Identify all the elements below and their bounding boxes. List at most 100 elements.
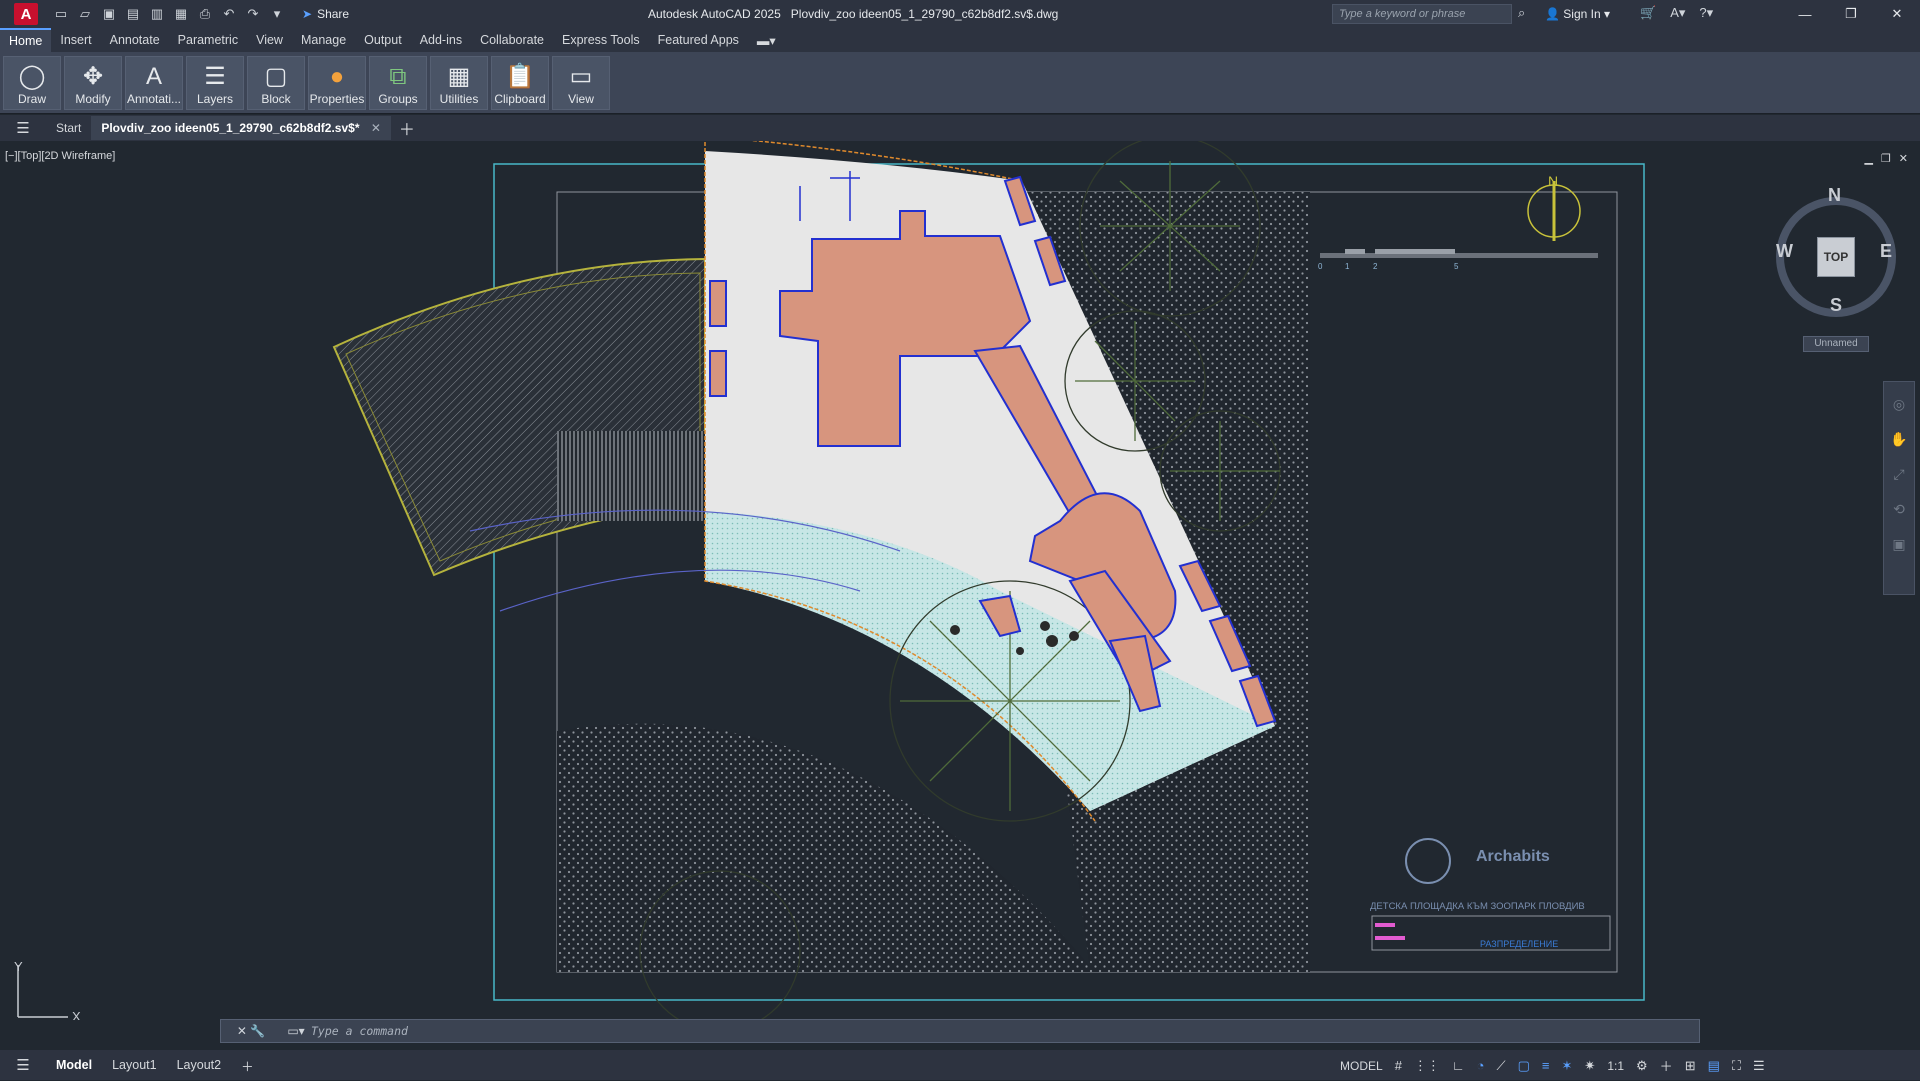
- drawing-viewport[interactable]: N 0 1 2 5 Archabits ДЕТСКА ПЛОЩАДКА КЪМ …: [0, 141, 1920, 1020]
- quick-access-toolbar: ▭ ▱ ▣ ▤ ▥ ▦ ⎙ ↶ ↷ ▾ ➤ Share: [52, 5, 349, 23]
- save-icon[interactable]: ▣: [100, 5, 118, 23]
- ribbon-minimize-icon[interactable]: ▬▾: [748, 29, 785, 52]
- zoom-extents-icon[interactable]: ⤢: [1893, 466, 1904, 483]
- caption-text: ДЕТСКА ПЛОЩАДКА КЪМ ЗООПАРК ПЛОВДИВ: [1370, 901, 1585, 912]
- undo-icon[interactable]: ↶: [220, 5, 238, 23]
- tab-collaborate[interactable]: Collaborate: [471, 29, 553, 51]
- share-button[interactable]: ➤ Share: [302, 7, 349, 21]
- viewport-controls-label[interactable]: [−][Top][2D Wireframe]: [5, 150, 115, 162]
- tab-active-drawing[interactable]: Plovdiv_zoo ideen05_1_29790_c62b8df2.sv$…: [91, 116, 391, 140]
- customization-icon[interactable]: ☰: [1753, 1058, 1765, 1074]
- compass-north[interactable]: N: [1828, 185, 1841, 206]
- close-tab-icon[interactable]: ✕: [371, 121, 381, 135]
- tab-home[interactable]: Home: [0, 28, 52, 52]
- viewcube-top-face[interactable]: TOP: [1817, 237, 1855, 277]
- save-web-icon[interactable]: ▥: [148, 5, 166, 23]
- compass-south[interactable]: S: [1830, 295, 1842, 316]
- annotation-visibility-icon[interactable]: ✶: [1562, 1058, 1573, 1074]
- compass-east[interactable]: E: [1880, 241, 1892, 262]
- steering-wheel-icon[interactable]: ◎: [1893, 396, 1905, 413]
- hatched-plaza: [332, 257, 706, 577]
- pan-icon[interactable]: ✋: [1890, 431, 1907, 448]
- object-snap-icon[interactable]: ▢: [1518, 1058, 1530, 1074]
- autocad-logo[interactable]: A: [14, 3, 38, 25]
- text-icon: A: [145, 63, 162, 90]
- draw-button[interactable]: ◯ Draw: [3, 56, 61, 110]
- utilities-button[interactable]: ▦ Utilities: [430, 56, 488, 110]
- window-controls: — ❐ ✕: [1782, 0, 1920, 28]
- user-icon: 👤: [1545, 7, 1560, 21]
- help-icon[interactable]: ?▾: [1699, 5, 1713, 21]
- tab-layout1[interactable]: Layout1: [102, 1052, 166, 1078]
- plot-icon[interactable]: ▦: [172, 5, 190, 23]
- search-icon[interactable]: ⌕: [1518, 5, 1525, 21]
- cart-icon[interactable]: 🛒: [1640, 5, 1656, 21]
- command-input[interactable]: Type a command: [311, 1024, 408, 1038]
- command-history-icon[interactable]: ▭▾: [281, 1024, 311, 1038]
- minimize-icon[interactable]: —: [1782, 0, 1828, 28]
- tab-manage[interactable]: Manage: [292, 29, 355, 51]
- tab-parametric[interactable]: Parametric: [169, 29, 247, 51]
- grid-icon[interactable]: #: [1395, 1058, 1402, 1073]
- tab-annotate[interactable]: Annotate: [101, 29, 169, 51]
- tab-express-tools[interactable]: Express Tools: [553, 29, 649, 51]
- qat-dropdown-icon[interactable]: ▾: [268, 5, 286, 23]
- units-icon[interactable]: ⊞: [1685, 1058, 1696, 1074]
- command-close-icon[interactable]: ✕ 🔧: [221, 1024, 281, 1038]
- viewport-restore-icon[interactable]: ❐: [1881, 152, 1891, 165]
- restore-icon[interactable]: ❐: [1828, 0, 1874, 28]
- menu-icon[interactable]: ☰: [0, 119, 46, 137]
- annotation-button[interactable]: A Annotati...: [125, 56, 183, 110]
- tab-view[interactable]: View: [247, 29, 292, 51]
- polar-icon[interactable]: ◔: [1477, 1058, 1485, 1073]
- orbit-icon[interactable]: ⟲: [1893, 501, 1905, 518]
- search-input[interactable]: Type a keyword or phrase: [1332, 4, 1512, 24]
- viewport-minimize-icon[interactable]: ▁: [1864, 152, 1872, 165]
- drawing-canvas[interactable]: N 0 1 2 5 Archabits ДЕТСКА ПЛОЩАДКА КЪМ …: [0, 141, 1920, 1020]
- viewcube[interactable]: TOP N S E W: [1776, 185, 1896, 317]
- annotation-monitor-icon[interactable]: ＋: [1660, 1056, 1673, 1075]
- command-line[interactable]: ✕ 🔧 ▭▾ Type a command: [220, 1019, 1700, 1043]
- ucs-menu[interactable]: Unnamed: [1803, 336, 1869, 352]
- clean-screen-icon[interactable]: ⛶: [1732, 1058, 1741, 1074]
- tab-insert[interactable]: Insert: [51, 29, 100, 51]
- workspace-gear-icon[interactable]: ⚙: [1636, 1058, 1648, 1074]
- showmotion-icon[interactable]: ▣: [1892, 536, 1905, 553]
- snap-icon[interactable]: ⋮⋮: [1414, 1058, 1440, 1074]
- sign-in-button[interactable]: 👤 Sign In ▾: [1545, 7, 1610, 21]
- save-as-icon[interactable]: ▤: [124, 5, 142, 23]
- layers-button[interactable]: ☰ Layers: [186, 56, 244, 110]
- block-button[interactable]: ▢ Block: [247, 56, 305, 110]
- auto-scale-icon[interactable]: ✷: [1584, 1058, 1595, 1074]
- view-label: View: [568, 92, 594, 106]
- tab-layout2[interactable]: Layout2: [167, 1052, 231, 1078]
- redo-icon[interactable]: ↷: [244, 5, 262, 23]
- open-folder-icon[interactable]: ▱: [76, 5, 94, 23]
- viewport-close-icon[interactable]: ✕: [1899, 152, 1908, 165]
- layout-menu-icon[interactable]: ☰: [0, 1056, 46, 1074]
- ortho-icon[interactable]: ∟: [1452, 1058, 1465, 1073]
- isodraft-icon[interactable]: ⟋: [1497, 1058, 1506, 1074]
- modify-button[interactable]: ✥ Modify: [64, 56, 122, 110]
- tab-output[interactable]: Output: [355, 29, 411, 51]
- print-icon[interactable]: ⎙: [196, 5, 214, 23]
- autodesk-app-icon[interactable]: A▾: [1670, 5, 1685, 21]
- annotation-scale-button[interactable]: 1:1: [1607, 1059, 1624, 1073]
- add-layout-icon[interactable]: ＋: [231, 1050, 264, 1081]
- groups-button[interactable]: ⧉ Groups: [369, 56, 427, 110]
- compass-west[interactable]: W: [1776, 241, 1793, 262]
- clipboard-button[interactable]: 📋 Clipboard: [491, 56, 549, 110]
- tab-add-ins[interactable]: Add-ins: [411, 29, 471, 51]
- new-tab-icon[interactable]: ＋: [399, 116, 415, 140]
- new-file-icon[interactable]: ▭: [52, 5, 70, 23]
- color-wheel-icon: ●: [329, 63, 345, 90]
- tab-model[interactable]: Model: [46, 1052, 102, 1078]
- lineweight-icon[interactable]: ≡: [1542, 1058, 1550, 1073]
- model-space-button[interactable]: MODEL: [1340, 1059, 1383, 1073]
- close-icon[interactable]: ✕: [1874, 0, 1920, 28]
- tab-start[interactable]: Start: [46, 116, 91, 140]
- quick-properties-icon[interactable]: ▤: [1708, 1058, 1720, 1074]
- tab-featured-apps[interactable]: Featured Apps: [649, 29, 748, 51]
- properties-button[interactable]: ● Properties: [308, 56, 366, 110]
- view-button[interactable]: ▭ View: [552, 56, 610, 110]
